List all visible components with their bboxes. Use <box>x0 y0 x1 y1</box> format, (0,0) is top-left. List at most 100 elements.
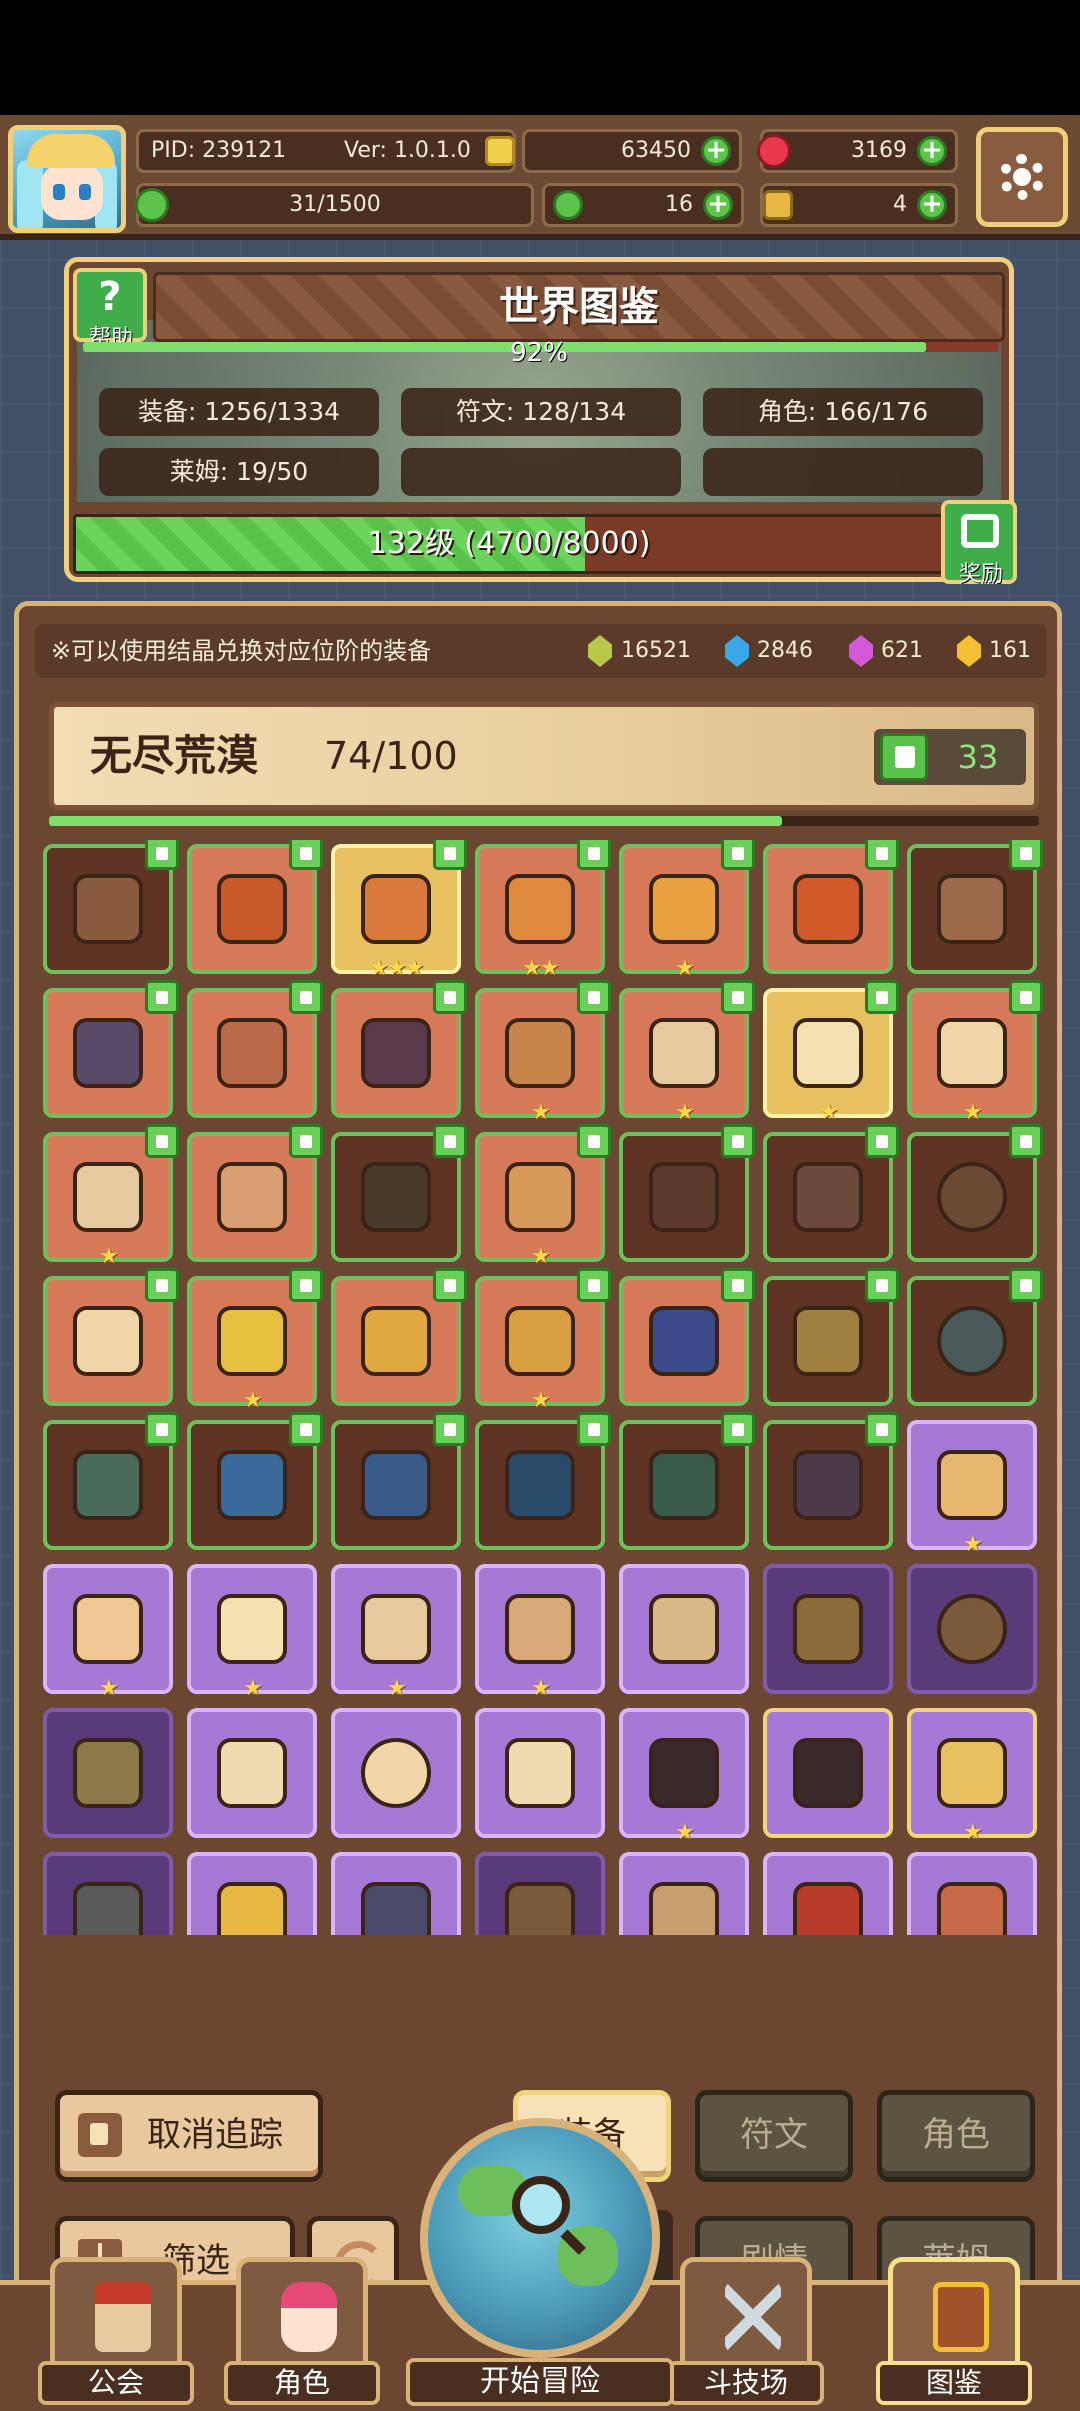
equipment-slot[interactable] <box>907 1124 1043 1262</box>
blue-crystal-icon <box>725 635 749 667</box>
equipment-slot[interactable] <box>619 1268 755 1406</box>
equipment-item-icon <box>937 1162 1007 1232</box>
equipment-slot[interactable] <box>763 1852 893 1935</box>
nav-guild-label: 公会 <box>38 2361 194 2405</box>
equipment-slot[interactable]: ★★ <box>475 840 611 980</box>
equipment-slot[interactable] <box>763 1708 893 1838</box>
equipment-slot[interactable] <box>763 1412 899 1550</box>
tracked-thumb-icon <box>721 1268 755 1302</box>
equipment-slot[interactable]: ★ <box>187 1268 323 1412</box>
equipment-slot[interactable]: ★ <box>475 1124 611 1268</box>
equipment-slot[interactable] <box>763 1124 899 1262</box>
rarity-stars: ★ <box>675 1820 695 1845</box>
equipment-slot[interactable] <box>43 1268 179 1406</box>
equipment-slot[interactable]: ★ <box>43 1564 173 1700</box>
equipment-slot[interactable] <box>907 1564 1037 1694</box>
equipment-slot[interactable] <box>187 1124 323 1262</box>
equipment-slot[interactable] <box>763 1564 893 1694</box>
equipment-slot[interactable] <box>331 1124 467 1262</box>
equipment-slot[interactable]: ★ <box>763 980 899 1124</box>
add-clover-button[interactable]: + <box>703 190 733 220</box>
equipment-slot[interactable] <box>763 1268 899 1406</box>
equipment-slot[interactable] <box>187 840 323 974</box>
equipment-slot[interactable]: ★ <box>331 1564 461 1700</box>
equipment-item-icon <box>793 1018 863 1088</box>
player-avatar[interactable] <box>8 125 126 233</box>
help-button[interactable]: ? 帮助 <box>73 268 147 351</box>
crystal-info-row: ※可以使用结晶兑换对应位阶的装备 16521 2846 621 161 <box>35 624 1047 678</box>
equipment-item-icon <box>73 1738 143 1808</box>
nav-character[interactable]: 角色 <box>224 2251 380 2411</box>
tab-characters-label: 角色 <box>922 2115 990 2155</box>
settings-button[interactable] <box>976 127 1068 227</box>
nav-codex[interactable]: 图鉴 <box>876 2251 1032 2411</box>
equipment-slot[interactable] <box>619 1412 755 1550</box>
start-adventure-button[interactable]: 开始冒险 <box>406 2110 674 2411</box>
nav-arena-label: 斗技场 <box>668 2361 824 2405</box>
region-progress-fill <box>49 816 782 826</box>
equipment-slot[interactable] <box>475 1708 605 1838</box>
equipment-slot[interactable]: ★ <box>475 1564 605 1700</box>
equipment-item-icon <box>793 1162 863 1232</box>
equipment-slot[interactable]: ★ <box>619 840 755 980</box>
equipment-slot[interactable] <box>619 1124 755 1262</box>
thumbs-up-icon <box>78 2113 122 2157</box>
equipment-slot[interactable] <box>475 1852 605 1935</box>
add-ruby-button[interactable]: + <box>917 136 947 166</box>
equipment-slot[interactable] <box>907 1852 1037 1935</box>
equipment-item-icon <box>361 1162 431 1232</box>
equipment-slot[interactable]: ★ <box>907 980 1043 1124</box>
reward-button[interactable]: 奖励 <box>941 500 1017 587</box>
equipment-slot[interactable] <box>331 1708 461 1838</box>
equipment-slot[interactable] <box>331 1268 467 1406</box>
equipment-slot[interactable] <box>475 1412 611 1550</box>
track-count-box[interactable]: 33 <box>874 729 1026 785</box>
nav-guild[interactable]: 公会 <box>38 2251 194 2411</box>
untrack-button[interactable]: 取消追踪 <box>55 2090 323 2182</box>
equipment-slot[interactable] <box>907 1268 1043 1406</box>
equipment-slot[interactable] <box>619 1852 749 1935</box>
start-adventure-label: 开始冒险 <box>406 2358 674 2406</box>
equipment-slot[interactable] <box>43 1412 179 1550</box>
nav-arena-frame <box>680 2257 812 2369</box>
equipment-slot[interactable] <box>43 1852 173 1935</box>
guild-house-icon <box>95 2282 151 2352</box>
equipment-slot[interactable]: ★ <box>619 1708 749 1844</box>
equipment-slot[interactable]: ★ <box>475 1268 611 1412</box>
equipment-item-icon <box>73 874 143 944</box>
equipment-slot[interactable]: ★ <box>187 1564 317 1700</box>
equipment-item-icon <box>217 1306 287 1376</box>
equipment-slot[interactable]: ★★★ <box>331 840 467 980</box>
equipment-slot[interactable] <box>43 1708 173 1838</box>
tab-runes[interactable]: 符文 <box>695 2090 853 2182</box>
equipment-slot[interactable] <box>187 1708 317 1838</box>
rarity-stars: ★★★ <box>369 956 424 981</box>
equipment-slot[interactable] <box>331 980 467 1118</box>
equipment-item-icon <box>649 1594 719 1664</box>
equipment-slot[interactable] <box>43 980 179 1118</box>
rarity-stars: ★ <box>531 1388 551 1413</box>
equipment-item-icon <box>73 1594 143 1664</box>
equipment-slot[interactable] <box>331 1852 461 1935</box>
equipment-slot[interactable] <box>187 1852 317 1935</box>
equipment-slot[interactable]: ★ <box>619 980 755 1124</box>
equipment-slot[interactable] <box>187 1412 323 1550</box>
tracked-thumb-icon <box>865 1412 899 1446</box>
add-key-button[interactable]: + <box>917 190 947 220</box>
equipment-slot[interactable] <box>907 840 1043 974</box>
equipment-slot[interactable] <box>43 840 179 974</box>
tracked-thumb-icon <box>433 1124 467 1158</box>
equipment-slot[interactable]: ★ <box>907 1708 1037 1844</box>
tab-characters[interactable]: 角色 <box>877 2090 1035 2182</box>
equipment-slot[interactable]: ★ <box>43 1124 179 1268</box>
equipment-slot[interactable]: ★ <box>907 1420 1037 1556</box>
equipment-item-icon <box>217 1738 287 1808</box>
equipment-slot[interactable] <box>331 1412 467 1550</box>
equipment-slot[interactable] <box>619 1564 749 1694</box>
nav-arena[interactable]: 斗技场 <box>668 2251 824 2411</box>
add-gold-button[interactable]: + <box>701 136 731 166</box>
equipment-grid-scroll[interactable]: ★★★ ★★ ★ ★ ★ ★ ★ ★ ★ ★ ★ ★ ★ ★ ★ ★ ★ ★ <box>41 840 1047 1935</box>
equipment-slot[interactable] <box>187 980 323 1118</box>
equipment-slot[interactable] <box>763 840 899 974</box>
equipment-slot[interactable]: ★ <box>475 980 611 1124</box>
